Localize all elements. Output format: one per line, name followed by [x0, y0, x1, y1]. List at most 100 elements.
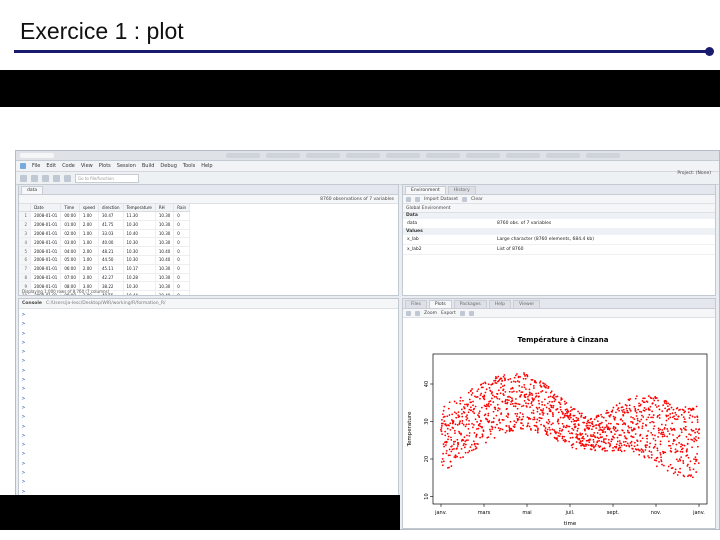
column-header[interactable]: Time: [60, 204, 80, 212]
data-point: [645, 446, 647, 449]
browser-tab[interactable]: [266, 153, 300, 158]
data-point: [543, 404, 546, 407]
table-row[interactable]: 8 2008-01-01 07:00 2.00 42.27 10.28 10.30 0: [19, 273, 191, 283]
save-icon[interactable]: [42, 174, 49, 182]
data-point: [676, 406, 679, 409]
data-point: [621, 419, 624, 422]
data-point: [501, 385, 504, 388]
tab-viewer[interactable]: Viewer: [512, 300, 541, 308]
browser-tab[interactable]: [386, 153, 420, 158]
env-row[interactable]: x_lab2 List of 8760: [403, 245, 715, 255]
tab-files[interactable]: Files: [405, 300, 427, 308]
project-menu[interactable]: Project: (None): [677, 171, 711, 176]
browser-tab[interactable]: [466, 153, 500, 158]
data-point: [541, 409, 544, 412]
table-cell: 10.30: [155, 237, 175, 248]
menu-file[interactable]: File: [32, 163, 40, 169]
data-point: [589, 424, 591, 427]
tab-plots[interactable]: Plots: [428, 300, 452, 308]
table-row[interactable]: 4 2008-01-01 03:00 1.00 40.00 10.30 10.30 0: [19, 237, 191, 248]
browser-tab[interactable]: [506, 153, 540, 158]
clear-button[interactable]: Clear: [471, 197, 483, 202]
menu-plots[interactable]: Plots: [99, 163, 111, 169]
tab-data[interactable]: data: [21, 186, 44, 194]
export-button[interactable]: Export: [441, 311, 456, 316]
data-point: [535, 392, 538, 395]
data-point: [475, 447, 478, 449]
data-point: [694, 416, 696, 419]
data-point: [655, 406, 658, 408]
table-row[interactable]: 6 2008-01-01 05:00 1.00 44.50 10.30 10.40 0: [19, 255, 191, 265]
table-row[interactable]: 3 2008-01-01 02:00 1.00 33.03 10.40 10.30 0: [19, 229, 191, 239]
data-point: [468, 450, 471, 452]
data-point: [532, 399, 535, 402]
remove-plot-icon[interactable]: [459, 310, 465, 316]
data-point: [679, 459, 682, 462]
browser-tab[interactable]: [20, 153, 54, 158]
browser-tab[interactable]: [226, 153, 260, 158]
data-point: [665, 415, 668, 418]
browser-tab[interactable]: [306, 153, 340, 158]
env-row[interactable]: x_lab Large character (8760 elements, 68…: [403, 235, 715, 245]
table-cell: 0: [173, 290, 191, 295]
data-point: [520, 405, 523, 408]
data-point: [633, 428, 636, 431]
menu-build[interactable]: Build: [142, 163, 155, 169]
browser-tab[interactable]: [426, 153, 460, 158]
table-row[interactable]: 1 2008-01-01 00:00 1.00 30.47 11.30 10.30 0: [19, 211, 191, 221]
print-icon[interactable]: [64, 174, 71, 182]
column-header[interactable]: Date: [30, 204, 62, 212]
data-point: [508, 427, 511, 430]
scope-selector[interactable]: Global Environment: [406, 206, 451, 211]
save-workspace-icon[interactable]: [415, 196, 420, 202]
data-point: [487, 412, 490, 415]
data-point: [463, 436, 466, 439]
menu-session[interactable]: Session: [117, 163, 136, 169]
broom-icon[interactable]: [468, 310, 474, 316]
table-cell: 0: [173, 211, 191, 221]
data-point: [688, 466, 691, 469]
data-point: [595, 427, 598, 430]
menu-debug[interactable]: Debug: [160, 163, 176, 169]
column-header[interactable]: RH: [155, 204, 175, 212]
save-all-icon[interactable]: [53, 174, 60, 182]
browser-tab[interactable]: [546, 153, 580, 158]
menu-tools[interactable]: Tools: [183, 163, 195, 169]
forward-arrow-icon[interactable]: [415, 310, 420, 316]
data-point: [578, 412, 581, 415]
browser-tab[interactable]: [346, 153, 380, 158]
tab-packages[interactable]: Packages: [453, 300, 487, 308]
menu-help[interactable]: Help: [201, 163, 212, 169]
broom-icon[interactable]: [462, 196, 467, 202]
data-point: [670, 406, 673, 409]
goto-file-input[interactable]: Go to file/function: [75, 173, 139, 183]
data-point: [536, 418, 539, 421]
table-cell: 06:00: [60, 264, 80, 274]
tab-environment[interactable]: Environment: [405, 186, 446, 194]
zoom-button[interactable]: Zoom: [424, 311, 437, 316]
menu-edit[interactable]: Edit: [46, 163, 56, 169]
open-icon[interactable]: [406, 196, 411, 202]
data-point: [585, 422, 588, 425]
table-row[interactable]: 2 2008-01-01 01:00 2.00 41.75 10.30 10.30 0: [19, 220, 191, 230]
menu-view[interactable]: View: [81, 163, 93, 169]
column-header[interactable]: Temperature: [123, 204, 156, 212]
tab-history[interactable]: History: [447, 186, 476, 194]
new-file-icon[interactable]: [20, 174, 27, 182]
tab-help[interactable]: Help: [488, 300, 511, 308]
x-tick-label: juil.: [565, 510, 575, 516]
data-point: [622, 414, 625, 417]
import-dataset-button[interactable]: Import Dataset: [424, 197, 458, 202]
table-cell: 10.30: [155, 264, 175, 274]
browser-tab[interactable]: [586, 153, 620, 158]
table-row[interactable]: 5 2008-01-01 04:00 2.00 48.21 10.30 10.40 0: [19, 246, 191, 256]
column-header[interactable]: speed: [79, 204, 99, 212]
data-point: [570, 406, 572, 409]
column-header[interactable]: direction: [98, 204, 124, 212]
column-header[interactable]: Rain: [173, 204, 191, 212]
menu-code[interactable]: Code: [62, 163, 75, 169]
open-file-icon[interactable]: [31, 174, 38, 182]
table-row[interactable]: 7 2008-01-01 06:00 2.00 45.11 10.17 10.30 0: [19, 264, 191, 274]
back-arrow-icon[interactable]: [406, 310, 411, 316]
env-row[interactable]: data 8760 obs. of 7 variables: [403, 219, 715, 229]
